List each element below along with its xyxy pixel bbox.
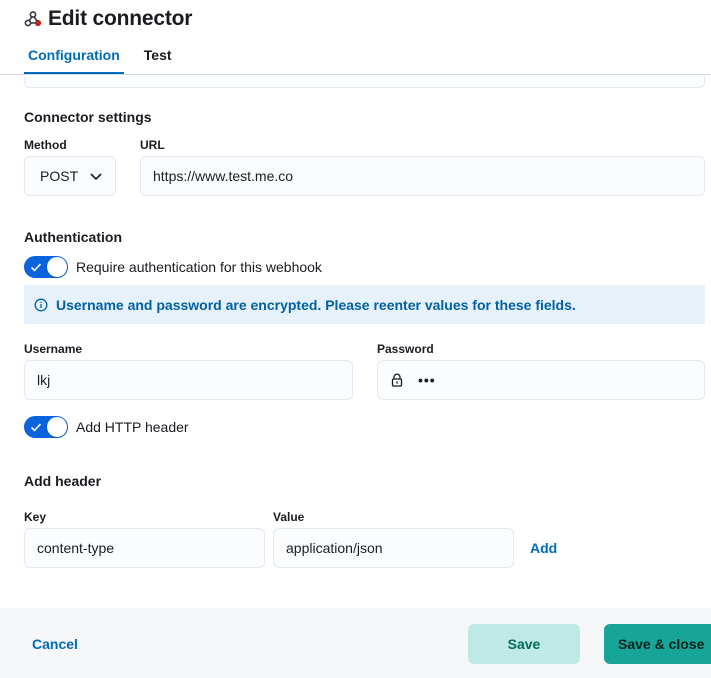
url-input[interactable]: https://www.test.me.co — [140, 156, 705, 196]
check-icon — [30, 423, 42, 432]
lock-icon — [391, 373, 403, 387]
http-header-row: Add HTTP header — [24, 416, 189, 438]
username-input[interactable]: lkj — [24, 360, 353, 400]
webhook-icon — [24, 11, 42, 27]
url-label: URL — [140, 138, 165, 152]
method-select[interactable]: POST — [24, 156, 116, 196]
header-value-input[interactable]: application/json — [273, 528, 514, 568]
add-header-title: Add header — [24, 473, 102, 489]
add-header-button[interactable]: Add — [530, 540, 557, 556]
tab-configuration[interactable]: Configuration — [24, 44, 124, 74]
info-icon — [34, 298, 48, 311]
value-label: Value — [273, 510, 305, 524]
password-label: Password — [377, 342, 434, 356]
switch-knob — [47, 257, 67, 277]
url-value: https://www.test.me.co — [153, 168, 294, 184]
http-header-label: Add HTTP header — [76, 419, 189, 435]
password-value: ••• — [418, 372, 436, 388]
flyout-footer: Cancel Save Save & close — [0, 608, 711, 678]
header-key-value: content-type — [37, 540, 115, 556]
save-and-close-button[interactable]: Save & close — [604, 624, 711, 664]
require-auth-row: Require authentication for this webhook — [24, 256, 322, 278]
encryption-callout: Username and password are encrypted. Ple… — [24, 285, 705, 324]
flyout-header: Edit connector Configuration Test — [0, 0, 711, 75]
page-title: Edit connector — [48, 7, 193, 30]
method-value: POST — [40, 168, 79, 184]
title-row: Edit connector — [24, 6, 192, 32]
tab-test[interactable]: Test — [140, 44, 176, 74]
username-label: Username — [24, 342, 83, 356]
save-button[interactable]: Save — [468, 624, 580, 664]
scrolled-field-edge — [24, 76, 705, 88]
require-auth-label: Require authentication for this webhook — [76, 259, 322, 275]
require-auth-switch[interactable] — [24, 256, 68, 278]
password-input[interactable]: ••• — [377, 360, 705, 400]
method-label: Method — [24, 138, 67, 152]
username-value: lkj — [37, 372, 51, 388]
switch-knob — [47, 417, 67, 437]
cancel-button[interactable]: Cancel — [32, 636, 78, 652]
chevron-down-icon — [90, 173, 102, 181]
authentication-title: Authentication — [24, 229, 122, 245]
check-icon — [30, 263, 42, 272]
header-value-value: application/json — [286, 540, 383, 556]
callout-text: Username and password are encrypted. Ple… — [56, 296, 576, 313]
connector-settings-title: Connector settings — [24, 109, 152, 125]
tab-bar: Configuration Test — [24, 44, 192, 75]
header-key-input[interactable]: content-type — [24, 528, 265, 568]
key-label: Key — [24, 510, 47, 524]
http-header-switch[interactable] — [24, 416, 68, 438]
